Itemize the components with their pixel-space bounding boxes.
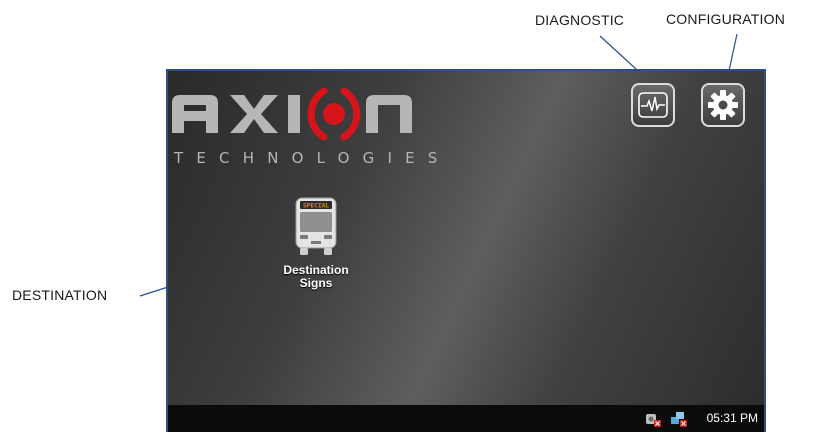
configuration-callout-label: CONFIGURATION xyxy=(666,11,786,27)
diagnostic-button[interactable] xyxy=(631,83,675,127)
destination-callout-label: DESTINATION xyxy=(12,287,108,303)
logo-subtitle: TECHNOLOGIES xyxy=(174,149,451,167)
taskbar: 05:31 PM xyxy=(168,405,764,432)
device-screen: TECHNOLOGIES SPECIAL Destination Signs 0… xyxy=(166,69,766,432)
diagnostic-callout-label: DIAGNOSTIC xyxy=(535,12,625,28)
bus-icon: SPECIAL xyxy=(295,197,337,255)
bus-sign-text: SPECIAL xyxy=(303,203,329,210)
app-label-line2: Signs xyxy=(299,276,333,290)
heartbeat-icon xyxy=(638,92,668,118)
taskbar-clock: 05:31 PM xyxy=(706,411,758,425)
network-disconnected-icon[interactable] xyxy=(644,411,662,427)
destination-signs-app[interactable]: SPECIAL Destination Signs xyxy=(263,197,369,290)
connection-error-icon[interactable] xyxy=(670,411,688,427)
axion-logo: TECHNOLOGIES xyxy=(168,81,468,167)
gear-icon xyxy=(708,90,738,120)
configuration-button[interactable] xyxy=(701,83,745,127)
